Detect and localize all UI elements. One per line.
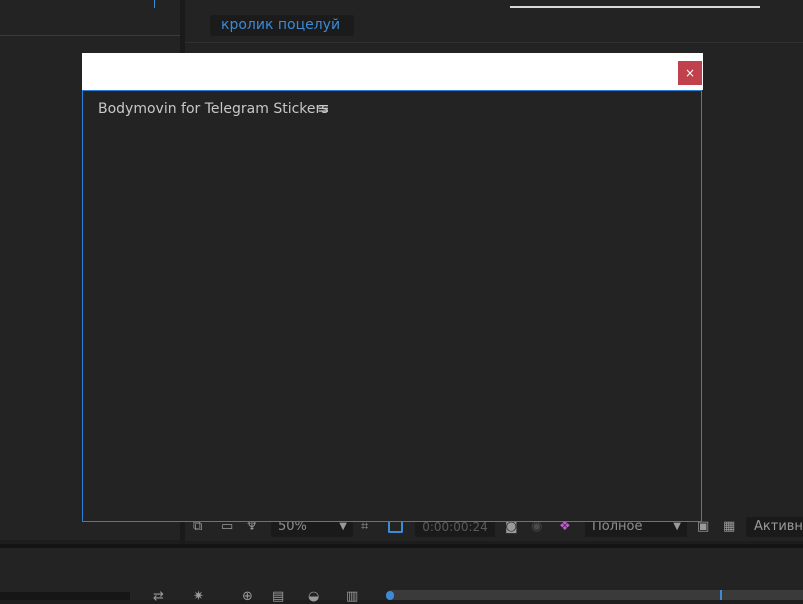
bodymovin-panel: Bodymovin for Telegram Stickers ≡ — [82, 90, 702, 522]
frame-blending-icon[interactable]: ▤ — [272, 589, 284, 604]
shy-layers-icon[interactable]: ⊕ — [242, 589, 253, 604]
active-camera-dropdown[interactable]: Активна — [746, 517, 803, 537]
draft-3d-icon[interactable]: ✷ — [193, 589, 204, 604]
transparency-grid-icon[interactable]: ▦ — [723, 519, 735, 534]
hamburger-menu-icon[interactable]: ≡ — [317, 99, 330, 117]
composition-header-divider — [185, 42, 803, 43]
project-panel-divider — [0, 35, 180, 36]
project-tab-separator — [154, 0, 155, 8]
close-button[interactable]: × — [678, 61, 702, 85]
motion-blur-icon[interactable]: ◒ — [308, 589, 319, 604]
comp-mini-flowchart-icon[interactable]: ⇄ — [153, 589, 164, 604]
composition-tab[interactable]: кролик поцелуй — [210, 15, 354, 36]
timeline-navigator-handle[interactable] — [386, 591, 394, 600]
active-tab-indicator — [510, 6, 760, 8]
timeline-marker[interactable] — [720, 590, 722, 600]
panel-title: Bodymovin for Telegram Stickers — [98, 101, 329, 117]
timeline-search-input[interactable] — [0, 592, 130, 600]
graph-editor-icon[interactable]: ▥ — [346, 589, 358, 604]
dialog-titlebar[interactable]: × — [82, 53, 703, 90]
timeline-navigator[interactable] — [390, 590, 803, 600]
